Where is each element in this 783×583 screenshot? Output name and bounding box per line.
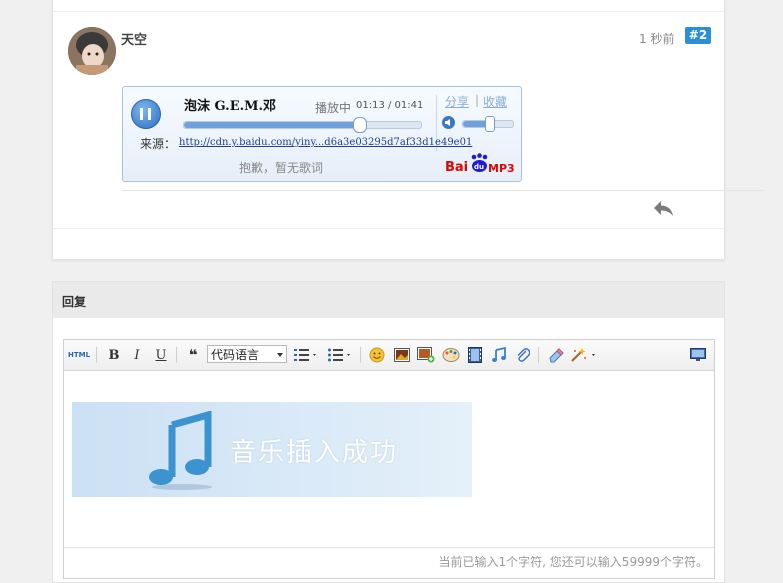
music-inserted-banner: 音乐插入成功 [72, 402, 472, 497]
baidu-mp3-logo: Bai du MP3 [445, 153, 515, 177]
reply-title: 回复 [62, 295, 87, 309]
no-lyrics-text: 抱歉，暂无歌词 [239, 161, 324, 175]
video-icon[interactable] [465, 345, 485, 365]
volume-slider[interactable] [462, 116, 514, 132]
rich-text-editor[interactable]: HTML B I U ❝ 代码语言 音乐插入成功 当前已输入1个字符, 您还可以… [63, 339, 715, 579]
attachment-icon[interactable] [513, 345, 533, 365]
link-separator: | [475, 93, 480, 107]
progress-bar[interactable] [183, 117, 422, 133]
chevron-down-icon [277, 353, 283, 357]
source-url-link[interactable]: http://cdn.y.baidu.com/yiny...d6a3e03295… [179, 137, 472, 148]
emoticon-icon[interactable] [367, 345, 387, 365]
fullscreen-icon[interactable] [688, 345, 708, 365]
divider [64, 547, 714, 548]
editor-toolbar: HTML B I U ❝ 代码语言 [64, 340, 714, 371]
pause-button[interactable] [131, 99, 161, 129]
avatar[interactable] [68, 27, 116, 75]
progress-fill [184, 122, 360, 128]
char-counter: 当前已输入1个字符, 您还可以输入59999个字符。 [438, 555, 708, 569]
reply-header: 回复 [53, 282, 724, 318]
floor-badge[interactable]: #2 [685, 27, 711, 44]
username[interactable]: 天空 [121, 29, 147, 48]
volume-handle[interactable] [485, 116, 495, 132]
image-icon[interactable] [392, 345, 412, 365]
music-inserted-text: 音乐插入成功 [230, 438, 399, 468]
divider [53, 11, 724, 12]
favorite-link[interactable]: 收藏 [483, 93, 507, 110]
code-language-select[interactable]: 代码语言 [207, 345, 287, 363]
play-status: 播放中 [315, 101, 352, 115]
share-link[interactable]: 分享 [445, 93, 469, 110]
music-player: 泡沫 G.E.M.邓 播放中 01:13 / 01:41 分享 | 收藏 来源：… [122, 86, 522, 182]
music-note-icon [146, 410, 218, 491]
underline-button[interactable]: U [152, 345, 170, 365]
post-card: 天空 1 秒前 #2 泡沫 G.E.M.邓 播放中 01:13 / 01:41 … [52, 0, 764, 260]
italic-button[interactable]: I [128, 345, 146, 365]
palette-icon[interactable] [441, 345, 461, 365]
song-title: 泡沫 G.E.M.邓 [184, 99, 277, 114]
bold-button[interactable]: B [105, 345, 123, 365]
divider [122, 190, 764, 191]
eraser-icon[interactable] [546, 345, 566, 365]
source-label: 来源： [140, 137, 177, 151]
post-time: 1 秒前 [639, 32, 675, 46]
ordered-list-button[interactable] [292, 345, 320, 365]
quote-button[interactable]: ❝ [183, 345, 203, 365]
divider [53, 228, 724, 229]
progress-handle[interactable] [353, 117, 368, 133]
attach-image-icon[interactable] [416, 345, 436, 365]
html-mode-button[interactable]: HTML [68, 345, 90, 365]
magic-wand-icon[interactable] [570, 345, 600, 365]
reply-icon[interactable] [652, 198, 676, 218]
music-icon[interactable] [489, 345, 509, 365]
volume-icon[interactable] [442, 116, 455, 129]
unordered-list-button[interactable] [326, 345, 354, 365]
reply-panel: 回复 HTML B I U ❝ 代码语言 音乐插入成功 当前已输入1个字符, 您… [52, 281, 725, 583]
play-time: 01:13 / 01:41 [356, 100, 424, 111]
